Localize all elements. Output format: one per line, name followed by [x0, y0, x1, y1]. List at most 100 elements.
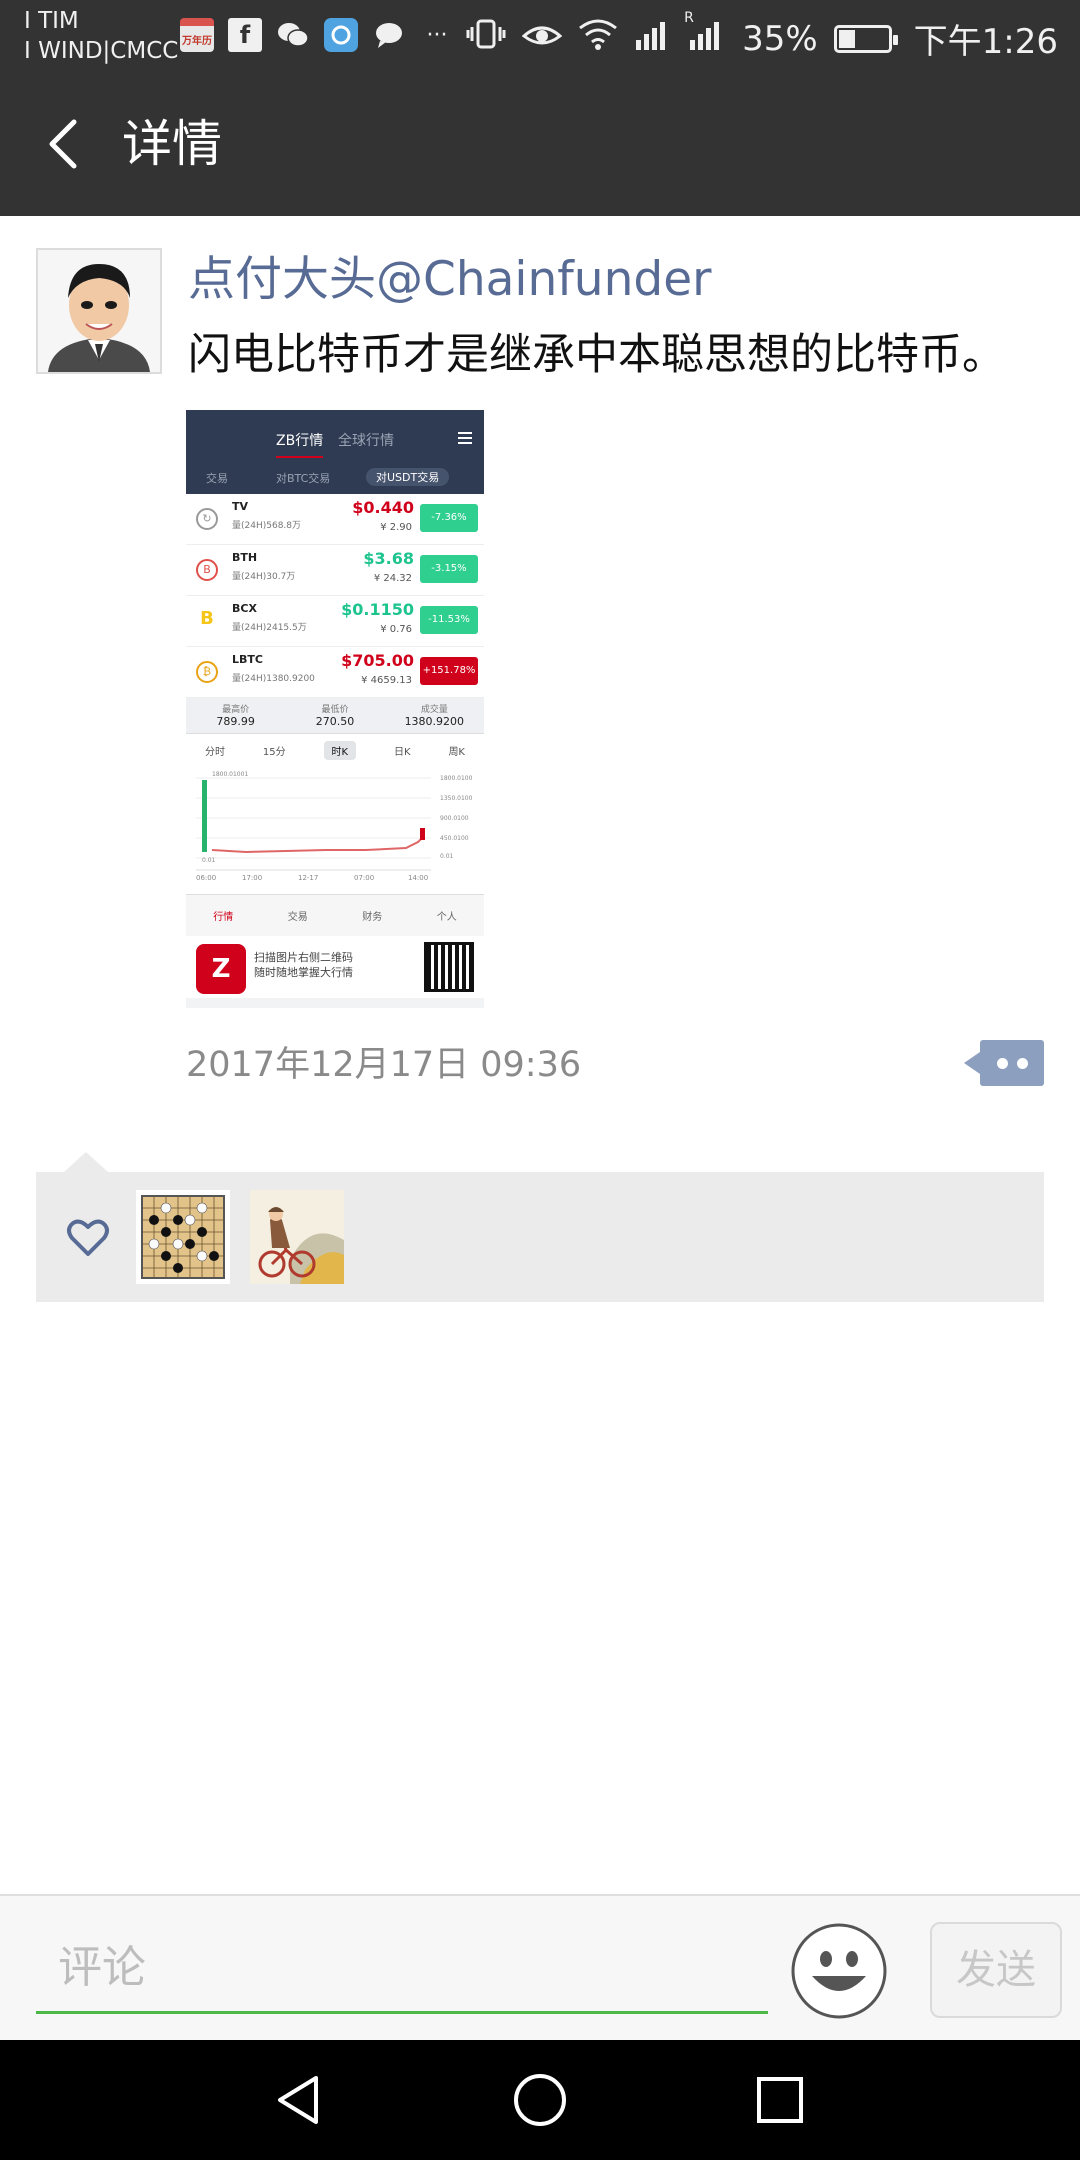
coin-change: -3.15%: [420, 555, 478, 583]
image-coin-row: B BTH 量(24H)30.7万 $3.68 ¥ 24.32 -3.15%: [186, 545, 484, 596]
back-button[interactable]: [36, 112, 100, 176]
carrier-line-2: I WIND|CMCC: [24, 38, 179, 64]
coin-name: TV: [232, 500, 249, 513]
signal-icon-1: [634, 18, 672, 59]
vibrate-icon: [466, 17, 506, 60]
author-avatar[interactable]: [36, 248, 162, 374]
nav-home-button[interactable]: [508, 2068, 572, 2132]
comment-like-menu-button[interactable]: [964, 1040, 1044, 1086]
likes-section: [36, 1152, 1044, 1302]
coin-change: -11.53%: [420, 606, 478, 634]
coin-name: LBTC: [232, 653, 263, 666]
eye-comfort-icon: [521, 19, 563, 59]
coin-icon: B: [200, 608, 214, 629]
image-subtab-trade: 交易: [206, 472, 228, 485]
battery-percent: 35%: [742, 18, 818, 59]
carrier-line-1: I TIM: [24, 8, 79, 34]
battery-icon: [833, 24, 898, 53]
wifi-icon: [578, 18, 618, 59]
image-subtab-usdt: 对USDT交易: [366, 468, 450, 486]
nav-recents-button[interactable]: [748, 2068, 812, 2132]
coin-volume: 量(24H)568.8万: [232, 521, 302, 531]
image-candle-chart: 1800.01001 0.01 1800.0100 1350.0100 900.…: [186, 766, 484, 894]
footer-line-1: 扫描图片右侧二维码: [254, 951, 353, 964]
coin-cny: ¥ 4659.13: [361, 675, 412, 686]
image-tab-zb: ZB行情: [276, 430, 324, 458]
send-button[interactable]: 发送: [930, 1922, 1062, 2018]
coin-price: $3.68: [363, 549, 414, 568]
coin-name: BTH: [232, 551, 258, 564]
go-board-icon: [141, 1195, 225, 1279]
status-bar: I TIM I WIND|CMCC 万年历 f ··· R 35% 下午1:26: [0, 0, 1080, 74]
battery-level: [838, 29, 856, 48]
post-image[interactable]: ZB行情 全球行情 交易 对BTC交易 对USDT交易 ↻ TV 量(24H)5…: [186, 410, 484, 1008]
roaming-indicator: R: [684, 10, 694, 26]
chart-y-label: 0.01: [440, 853, 454, 860]
image-footer: Z 扫描图片右侧二维码 随时随地掌握大行情: [186, 936, 484, 998]
image-footer-text: 扫描图片右侧二维码 随时随地掌握大行情: [254, 950, 353, 980]
triangle-back-icon: [278, 2076, 318, 2124]
system-status: R 35% 下午1:26: [466, 10, 1058, 63]
coin-change: -7.36%: [420, 504, 478, 532]
stat-volume: 成交量 1380.9200: [385, 698, 484, 733]
coin-icon: ₿: [196, 661, 218, 683]
dot-icon: [996, 1057, 1008, 1069]
chart-y-label: 900.0100: [440, 815, 469, 822]
cyclist-illustration-icon: [250, 1190, 344, 1284]
coin-volume: 量(24H)30.7万: [232, 572, 296, 582]
coin-cny: ¥ 0.76: [380, 624, 412, 635]
post-text: 闪电比特币才是继承中本聪思想的比特币。: [188, 330, 1005, 380]
coin-change: +151.78%: [420, 657, 478, 685]
coin-cny: ¥ 24.32: [373, 573, 412, 584]
chart-x-label: 14:00: [408, 874, 428, 882]
carrier-info: I TIM I WIND|CMCC: [24, 6, 178, 66]
stat-low: 最低价 270.50: [285, 698, 384, 733]
period-tab: 日K: [393, 746, 411, 758]
comment-input[interactable]: [36, 1924, 768, 2014]
circle-home-icon: [514, 2074, 566, 2126]
square-recents-icon: [757, 2077, 803, 2123]
image-coin-row: ↻ TV 量(24H)568.8万 $0.440 ¥ 2.90 -7.36%: [186, 494, 484, 545]
image-nav-profile: 个人: [436, 912, 457, 923]
smiley-face-icon: [791, 1923, 887, 2019]
clock: 下午1:26: [913, 22, 1058, 62]
period-tab: 分时: [204, 746, 225, 758]
stat-value: 789.99: [216, 715, 255, 728]
heart-icon: [67, 1219, 109, 1256]
liker-avatar-go-board[interactable]: [136, 1190, 230, 1284]
coin-icon: B: [196, 559, 218, 581]
image-nav-finance: 财务: [362, 912, 383, 923]
footer-line-2: 随时随地掌握大行情: [254, 966, 353, 979]
chart-top-label: 1800.01001: [212, 771, 248, 778]
wechat-icon: [276, 18, 310, 52]
browser-app-icon: [324, 18, 358, 52]
image-coin-row: ₿ LBTC 量(24H)1380.9200 $705.00 ¥ 4659.13…: [186, 647, 484, 698]
coin-name: BCX: [232, 602, 257, 615]
image-tab-global: 全球行情: [338, 433, 394, 449]
image-menu-icon: [458, 432, 472, 444]
stat-value: 270.50: [315, 715, 355, 728]
coin-price: $705.00: [341, 651, 414, 670]
chart-x-label: 06:00: [196, 874, 216, 882]
system-navigation-bar: [0, 2040, 1080, 2160]
chart-x-label: 07:00: [354, 874, 374, 882]
title-bar: 详情: [0, 74, 1080, 216]
author-name[interactable]: 点付大头@Chainfunder: [188, 248, 711, 312]
liker-avatar-cyclist[interactable]: [250, 1190, 344, 1284]
stat-high: 最高价 789.99: [186, 698, 285, 733]
emoji-button[interactable]: [790, 1922, 888, 2020]
post-timestamp: 2017年12月17日 09:36: [186, 1045, 582, 1085]
facebook-icon: f: [228, 18, 262, 52]
chart-y-label: 1350.0100: [440, 795, 473, 802]
stat-label: 最高价: [222, 705, 250, 715]
chart-x-label: 17:00: [242, 874, 262, 882]
chart-bottom-label: 0.01: [202, 857, 216, 864]
coin-price: $0.440: [352, 498, 414, 517]
zb-logo-icon: Z: [196, 944, 246, 994]
image-bottom-nav: 行情 交易 财务 个人: [186, 894, 484, 936]
period-tab: 周K: [448, 746, 465, 758]
coin-price: $0.1150: [341, 600, 414, 619]
period-tab: 15分: [262, 746, 286, 758]
signal-icon-2: R: [684, 10, 726, 59]
nav-back-button[interactable]: [268, 2068, 332, 2132]
